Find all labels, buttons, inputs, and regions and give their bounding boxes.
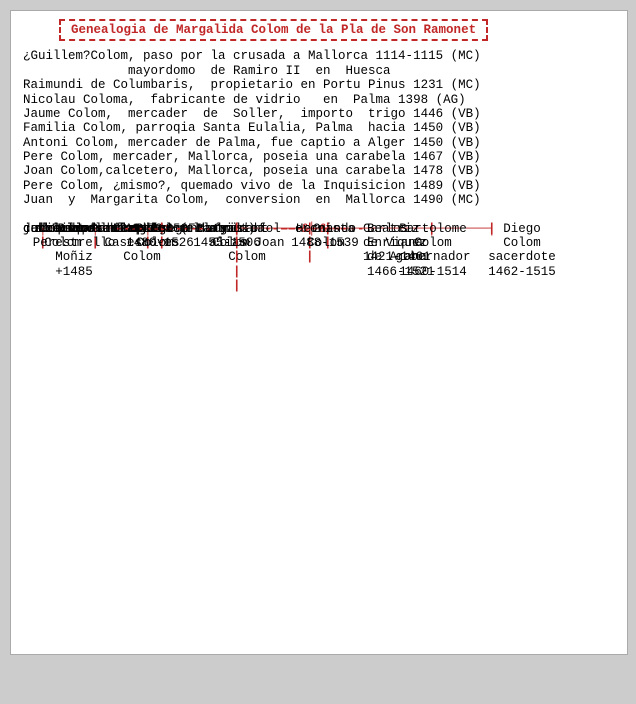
diego-role: almirant segundary 1480-1526: [75, 222, 245, 251]
historical-records-block: ¿Guillem?Colom, paso por la crusada a Ma…: [23, 49, 615, 207]
family-tree: Joan Colom judio en la Pla de Son Ramone…: [23, 222, 615, 642]
person-beatriz: Beatriz Enriquez de Arana 1466-1521: [367, 222, 443, 280]
document-page: Genealogia de Margalida Colom de la Pla …: [10, 10, 628, 655]
page-title: Genealogia de Margalida Colom de la Pla …: [59, 19, 488, 41]
hernando-role: cronista 1488-1539: [275, 222, 375, 251]
person-diego-priest: Diego Colom sacerdote 1462-1515: [483, 222, 561, 280]
